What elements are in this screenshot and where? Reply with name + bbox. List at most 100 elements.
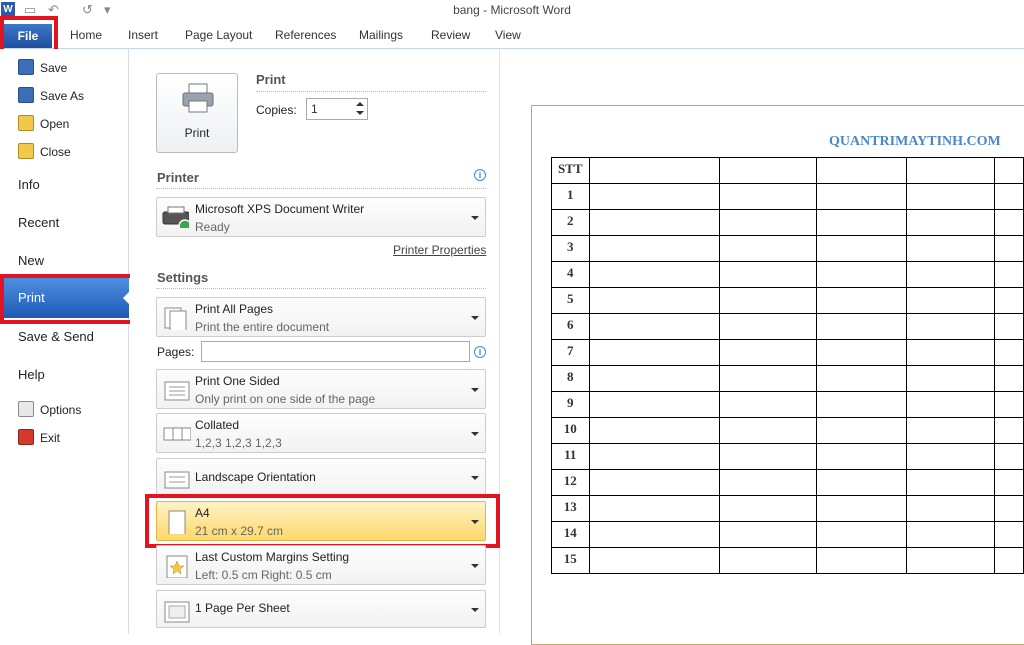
save-as-command[interactable]: Save As [0, 83, 129, 109]
tab-references[interactable]: References [275, 28, 336, 42]
ribbon-tabs: Home Insert Page Layout References Maili… [0, 20, 1024, 49]
margins-dropdown[interactable]: Last Custom Margins Setting Left: 0.5 cm… [156, 545, 486, 585]
close-command[interactable]: Close [0, 139, 129, 165]
category-new[interactable]: New [18, 253, 44, 268]
open-command[interactable]: Open [0, 111, 129, 137]
table-header-cell: STT [551, 157, 590, 184]
paper-size-label: A4 [195, 506, 210, 520]
table-row: 13 [551, 495, 1024, 522]
table-row: 1 [551, 183, 1024, 210]
printer-properties-link[interactable]: Printer Properties [393, 243, 486, 257]
printer-device-icon [162, 206, 189, 228]
table-row: 6 [551, 313, 1024, 340]
save-command[interactable]: Save [0, 55, 129, 81]
copies-down-icon[interactable] [356, 111, 364, 115]
category-help[interactable]: Help [18, 367, 45, 382]
sides-label: Print One Sided [195, 374, 280, 388]
table-cell: 9 [551, 391, 590, 418]
print-range-label: Print All Pages [195, 302, 274, 316]
pages-per-sheet-dropdown[interactable]: 1 Page Per Sheet [156, 590, 486, 628]
settings-heading: Settings [157, 270, 209, 285]
pages-label: Pages: [157, 345, 195, 359]
close-folder-icon [18, 143, 34, 159]
title-bar: W ▭ ↶ ↺ ▾ bang - Microsoft Word [0, 0, 1024, 20]
print-heading: Print [256, 72, 286, 87]
table-cell: 15 [551, 547, 590, 574]
save-icon [18, 59, 34, 75]
pages-icon [164, 307, 187, 330]
printer-dropdown[interactable]: Microsoft XPS Document Writer Ready [156, 197, 486, 237]
window-title: bang - Microsoft Word [453, 3, 571, 17]
category-print-label: Print [18, 290, 45, 305]
table-row: 4 [551, 261, 1024, 288]
table-row: 8 [551, 365, 1024, 392]
save-as-icon [18, 87, 34, 103]
pages-per-sheet-label: 1 Page Per Sheet [195, 601, 290, 615]
options-command[interactable]: Options [0, 397, 129, 423]
table-row: 9 [551, 391, 1024, 418]
info-icon[interactable]: i [474, 346, 486, 358]
tab-review[interactable]: Review [431, 28, 470, 42]
divider [256, 91, 486, 92]
print-range-dropdown[interactable]: Print All Pages Print the entire documen… [156, 297, 486, 337]
category-print[interactable]: Print [4, 278, 132, 318]
chevron-down-icon [471, 608, 479, 612]
chevron-down-icon [471, 564, 479, 568]
table-cell: 14 [551, 521, 590, 548]
print-button[interactable]: Print [156, 73, 238, 153]
file-tab[interactable]: File [4, 24, 52, 48]
divider [156, 188, 486, 189]
margins-label: Last Custom Margins Setting [195, 550, 350, 564]
table-cell: 2 [551, 209, 590, 236]
copies-up-icon[interactable] [356, 102, 364, 106]
document-table: STT 1 2 3 4 5 6 7 8 9 10 11 12 13 14 15 [551, 157, 1024, 574]
chevron-down-icon [471, 316, 479, 320]
margins-desc: Left: 0.5 cm Right: 0.5 cm [195, 568, 332, 582]
collation-label: Collated [195, 418, 240, 432]
paper-size-dropdown[interactable]: A4 21 cm x 29.7 cm [156, 501, 486, 541]
chevron-down-icon [471, 432, 479, 436]
tab-view[interactable]: View [495, 28, 521, 42]
table-cell: 1 [551, 183, 590, 210]
table-row: 15 [551, 547, 1024, 574]
table-cell: 6 [551, 313, 590, 340]
category-save-send[interactable]: Save & Send [18, 329, 94, 344]
collation-dropdown[interactable]: Collated 1,2,3 1,2,3 1,2,3 [156, 413, 486, 453]
options-icon [18, 401, 34, 417]
print-range-desc: Print the entire document [195, 320, 330, 334]
exit-command[interactable]: Exit [0, 425, 129, 451]
tab-page-layout[interactable]: Page Layout [185, 28, 252, 42]
pages-input[interactable] [201, 341, 470, 362]
category-info[interactable]: Info [18, 177, 40, 192]
printer-heading: Printer [157, 170, 199, 185]
table-cell: 3 [551, 235, 590, 262]
sides-dropdown[interactable]: Print One Sided Only print on one side o… [156, 369, 486, 409]
table-row: 12 [551, 469, 1024, 496]
orientation-label: Landscape Orientation [195, 470, 316, 484]
table-cell: 5 [551, 287, 590, 314]
print-button-label: Print [184, 126, 210, 140]
info-icon[interactable]: i [474, 169, 486, 181]
table-cell: 8 [551, 365, 590, 392]
table-cell: 7 [551, 339, 590, 366]
printer-icon [182, 83, 214, 113]
tab-mailings[interactable]: Mailings [359, 28, 403, 42]
open-folder-icon [18, 115, 34, 131]
table-row: 7 [551, 339, 1024, 366]
table-cell: 4 [551, 261, 590, 288]
orientation-dropdown[interactable]: Landscape Orientation [156, 458, 486, 496]
chevron-down-icon [471, 388, 479, 392]
collation-desc: 1,2,3 1,2,3 1,2,3 [195, 436, 282, 450]
copies-value: 1 [311, 102, 318, 116]
printer-name: Microsoft XPS Document Writer [195, 202, 365, 216]
exit-icon [18, 429, 34, 445]
collated-icon [163, 427, 191, 441]
chevron-down-icon [471, 520, 479, 524]
tab-insert[interactable]: Insert [128, 28, 158, 42]
printer-status: Ready [195, 220, 230, 234]
chevron-down-icon [471, 476, 479, 480]
tab-home[interactable]: Home [70, 28, 102, 42]
document-header: QUANTRIMAYTINH.COM [829, 134, 1001, 149]
copies-stepper[interactable]: 1 [306, 98, 368, 120]
category-recent[interactable]: Recent [18, 215, 59, 230]
